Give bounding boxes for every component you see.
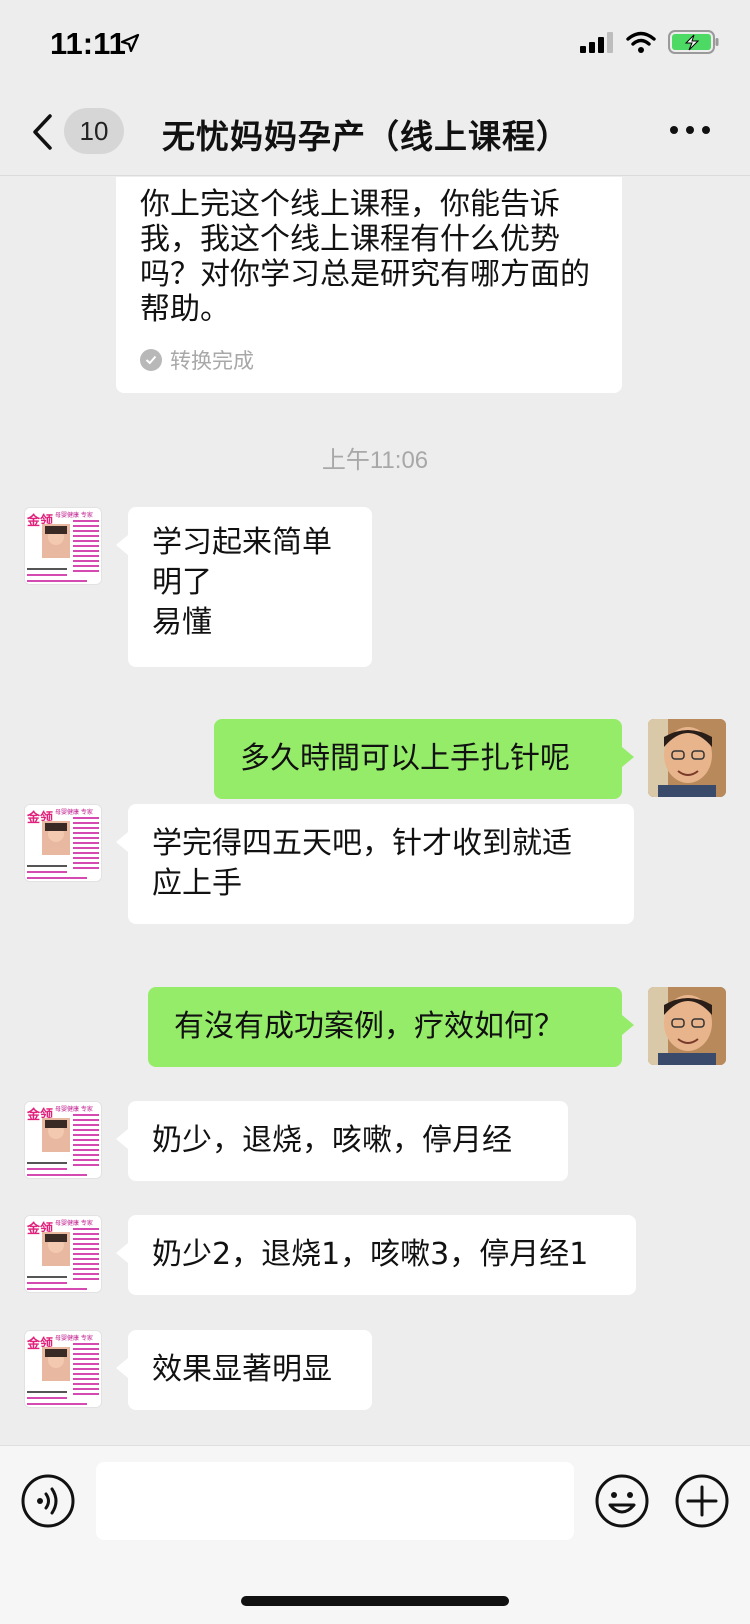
- back-chevron-icon[interactable]: [30, 112, 54, 152]
- received-message-bubble[interactable]: 奶少2，退烧1，咳嗽3，停月经1: [116, 1215, 636, 1295]
- sent-message-bubble[interactable]: 多久時間可以上手扎针呢: [214, 719, 634, 799]
- emoji-icon[interactable]: [594, 1473, 650, 1529]
- more-dot: [670, 126, 678, 134]
- nav-bar: 10 无忧妈妈孕产（线上课程）: [0, 90, 750, 176]
- message-text: 学完得四五天吧，针才收到就适 应上手: [152, 826, 572, 901]
- avatar-header-text: 母婴健康 专家: [55, 1105, 93, 1113]
- chat-title: 无忧妈妈孕产（线上课程）: [162, 117, 570, 156]
- unread-count-badge[interactable]: 10: [64, 108, 124, 154]
- my-avatar[interactable]: [648, 719, 726, 797]
- location-arrow-icon: [120, 33, 140, 53]
- transcript-status: 转换完成: [140, 345, 254, 375]
- home-indicator[interactable]: [241, 1596, 509, 1606]
- sent-message-bubble[interactable]: 有沒有成功案例，疗效如何？: [148, 987, 634, 1067]
- received-message-bubble[interactable]: 奶少，退烧，咳嗽，停月经: [116, 1101, 568, 1181]
- transcript-status-label: 转换完成: [170, 349, 254, 373]
- contact-avatar[interactable]: 金领 母婴健康 专家: [24, 804, 102, 882]
- transcript-text: 你上完这个线上课程，你能告诉我，我这个线上课程有什么优势吗？对你学习总是研究有哪…: [140, 187, 590, 327]
- received-message-bubble[interactable]: 效果显著明显: [116, 1330, 372, 1410]
- message-text: 学习起来简单 明了 易懂: [152, 525, 332, 640]
- wifi-icon: [626, 31, 656, 53]
- my-avatar[interactable]: [648, 987, 726, 1065]
- avatar-header-text: 母婴健康 专家: [55, 1334, 93, 1342]
- received-message-bubble[interactable]: 学习起来简单 明了 易懂: [116, 507, 372, 667]
- contact-avatar[interactable]: 金领 母婴健康 专家: [24, 507, 102, 585]
- voice-transcript-card[interactable]: 你上完这个线上课程，你能告诉我，我这个线上课程有什么优势吗？对你学习总是研究有哪…: [116, 177, 622, 393]
- contact-avatar[interactable]: 金领 母婴健康 专家: [24, 1101, 102, 1179]
- more-dot: [686, 126, 694, 134]
- message-text: 奶少2，退烧1，咳嗽3，停月经1: [152, 1237, 589, 1272]
- signal-icon: [580, 32, 613, 53]
- avatar-header-text: 母婴健康 专家: [55, 808, 93, 816]
- received-message-bubble[interactable]: 学完得四五天吧，针才收到就适 应上手: [116, 804, 634, 924]
- message-text: 效果显著明显: [152, 1352, 332, 1387]
- contact-avatar[interactable]: 金领 母婴健康 专家: [24, 1215, 102, 1293]
- chat-area[interactable]: 你上完这个线上课程，你能告诉我，我这个线上课程有什么优势吗？对你学习总是研究有哪…: [0, 177, 750, 1445]
- plus-icon[interactable]: [674, 1473, 730, 1529]
- battery-charging-icon: [668, 30, 719, 54]
- message-text: 有沒有成功案例，疗效如何？: [174, 1009, 564, 1044]
- avatar-header-text: 母婴健康 专家: [55, 1219, 93, 1227]
- status-icons: [580, 30, 720, 54]
- voice-input-icon[interactable]: [20, 1473, 76, 1529]
- check-circle-icon: [140, 349, 162, 371]
- contact-avatar[interactable]: 金领 母婴健康 专家: [24, 1330, 102, 1408]
- message-text: 多久時間可以上手扎针呢: [240, 741, 570, 776]
- message-text: 奶少，退烧，咳嗽，停月经: [152, 1123, 512, 1158]
- message-timestamp: 上午11:06: [321, 447, 429, 474]
- message-input[interactable]: [96, 1462, 574, 1540]
- avatar-header-text: 母婴健康 专家: [55, 511, 93, 519]
- status-bar: 11:11: [0, 0, 750, 90]
- status-time: 11:11: [50, 26, 126, 61]
- more-options-icon[interactable]: [670, 126, 710, 134]
- more-dot: [702, 126, 710, 134]
